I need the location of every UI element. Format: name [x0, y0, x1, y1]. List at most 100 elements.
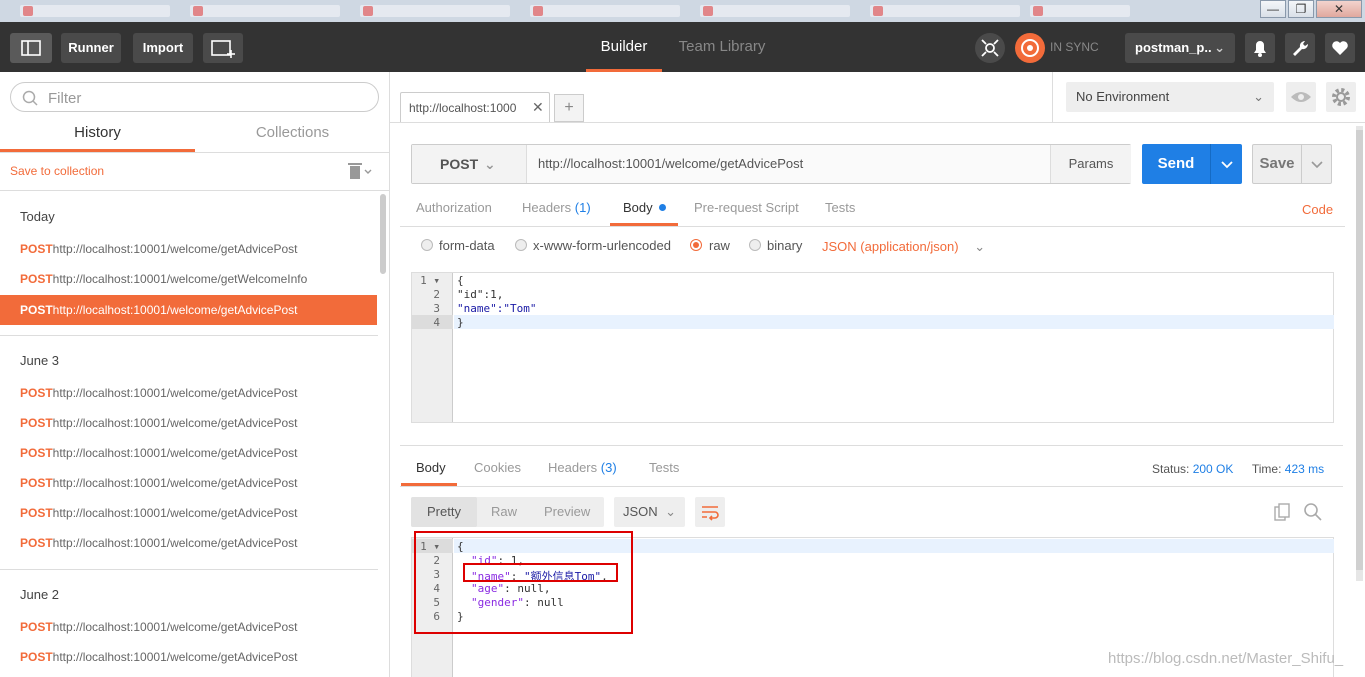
favorites-button[interactable]	[1325, 33, 1355, 63]
method-badge: POST	[20, 620, 53, 634]
save-to-collection-link[interactable]: Save to collection	[10, 164, 104, 178]
manage-environments-button[interactable]	[1326, 82, 1356, 112]
history-item[interactable]: POSThttp://localhost:10001/welcome/getAd…	[0, 408, 377, 438]
import-button[interactable]: Import	[133, 33, 193, 63]
save-dropdown[interactable]	[1301, 145, 1332, 183]
status-label: Status:	[1152, 462, 1190, 476]
sidebar-toggle-button[interactable]	[10, 33, 52, 63]
send-button[interactable]: Send	[1142, 144, 1242, 184]
radio-binary[interactable]	[749, 239, 761, 251]
window-close-button[interactable]: ✕	[1316, 0, 1362, 18]
response-status: Status: 200 OK Time: 423 ms	[1152, 462, 1324, 476]
wrap-lines-button[interactable]	[695, 497, 725, 527]
tab-headers[interactable]: Headers (1)	[522, 194, 591, 226]
chevron-down-icon: ⌄	[484, 156, 496, 172]
new-tab-button[interactable]: +	[554, 94, 584, 122]
tab-history[interactable]: History	[0, 114, 195, 152]
satellite-icon	[981, 39, 999, 57]
main-scrollbar-thumb[interactable]	[1356, 130, 1363, 570]
radio-label: x-www-form-urlencoded	[533, 238, 671, 253]
method-badge: POST	[20, 650, 53, 664]
environment-quick-look-button[interactable]	[1286, 82, 1316, 112]
user-account-dropdown[interactable]: postman_p.. ⌄	[1125, 33, 1235, 63]
clear-history-button[interactable]	[348, 162, 372, 180]
history-item[interactable]: POSThttp://localhost:10001/welcome/getAd…	[0, 498, 377, 528]
divider	[0, 335, 378, 336]
url-input[interactable]: http://localhost:10001/welcome/getAdvice…	[538, 145, 803, 183]
wrench-icon	[1293, 40, 1309, 56]
copy-button[interactable]	[1273, 502, 1293, 525]
history-item[interactable]: POSThttp://localhost:10001/welcome/getAd…	[0, 468, 377, 498]
radio-x-www-form-urlencoded[interactable]	[515, 239, 527, 251]
active-line-highlight	[454, 315, 1334, 329]
history-item[interactable]: POSThttp://localhost:10001/welcome/getAd…	[0, 528, 377, 558]
code-line: "name":"Tom"	[457, 302, 537, 315]
tab-team-library[interactable]: Team Library	[672, 22, 772, 72]
request-body-editor[interactable]: 1 ▾ 2 3 4 { "id":1, "name":"Tom" }	[411, 272, 1334, 423]
history-group-label: June 3	[20, 353, 60, 368]
history-item[interactable]: POSThttp://localhost:10001/welcome/getWe…	[0, 264, 377, 294]
runner-button[interactable]: Runner	[61, 33, 121, 63]
format-preview[interactable]: Preview	[544, 497, 590, 527]
search-response-button[interactable]	[1303, 502, 1323, 525]
content-type-select[interactable]: JSON (application/json) ⌄	[822, 239, 985, 255]
tab-collections[interactable]: Collections	[195, 114, 390, 152]
search-icon	[1304, 503, 1322, 521]
history-url: http://localhost:10001/welcome/getWelcom…	[52, 272, 308, 286]
sidebar: Filter History Collections Save to colle…	[0, 72, 390, 677]
tab-body[interactable]: Body	[610, 194, 678, 226]
divider	[1052, 72, 1053, 122]
request-tab-title: http://localhost:1000	[409, 101, 517, 115]
history-item[interactable]: POSThttp://localhost:10001/welcome/getAd…	[0, 378, 377, 408]
history-url: http://localhost:10001/welcome/getAdvice…	[52, 650, 298, 664]
method-badge: POST	[20, 386, 53, 400]
tab-pre-request-script[interactable]: Pre-request Script	[694, 194, 799, 226]
history-item[interactable]: POSThttp://localhost:10001/welcome/getAd…	[0, 234, 377, 264]
save-button[interactable]: Save	[1252, 144, 1332, 184]
history-item[interactable]: POSThttp://localhost:10001/welcome/getAd…	[0, 612, 377, 642]
history-item[interactable]: POSThttp://localhost:10001/welcome/getAd…	[0, 642, 377, 672]
notifications-button[interactable]	[1245, 33, 1275, 63]
filter-input[interactable]: Filter	[10, 82, 379, 112]
tab-builder[interactable]: Builder	[586, 22, 662, 72]
format-raw[interactable]: Raw	[491, 497, 517, 527]
interceptor-button[interactable]	[975, 33, 1005, 63]
sidebar-scrollbar[interactable]	[380, 194, 386, 274]
request-tab[interactable]: http://localhost:1000 ✕	[400, 92, 550, 123]
format-pretty[interactable]: Pretty	[427, 497, 461, 527]
radio-label: binary	[767, 238, 803, 253]
close-icon[interactable]: ✕	[532, 99, 544, 116]
status-value: 200 OK	[1192, 462, 1234, 476]
history-url: http://localhost:10001/welcome/getAdvice…	[52, 476, 298, 490]
response-tab-headers[interactable]: Headers (3)	[548, 452, 617, 486]
tab-tests[interactable]: Tests	[825, 194, 855, 226]
new-window-button[interactable]	[203, 33, 243, 63]
history-item[interactable]: POSThttp://localhost:10001/welcome/getAd…	[0, 438, 377, 468]
history-url: http://localhost:10001/welcome/getAdvice…	[52, 416, 298, 430]
chevron-down-icon	[1311, 161, 1323, 169]
window-restore-button[interactable]: ❐	[1288, 0, 1314, 18]
params-button[interactable]: Params	[1050, 145, 1131, 183]
code-line: {	[457, 274, 464, 287]
response-headers-label: Headers	[548, 460, 598, 475]
response-tab-tests[interactable]: Tests	[649, 452, 679, 486]
window-minimize-button[interactable]: —	[1260, 0, 1286, 18]
response-tab-body[interactable]: Body	[401, 452, 457, 486]
response-tab-cookies[interactable]: Cookies	[474, 452, 521, 486]
generate-code-link[interactable]: Code	[1302, 202, 1333, 217]
radio-raw[interactable]	[690, 239, 702, 251]
divider	[0, 152, 390, 153]
tab-authorization[interactable]: Authorization	[416, 194, 492, 226]
settings-button[interactable]	[1285, 33, 1315, 63]
sync-status-button[interactable]	[1015, 33, 1045, 63]
history-item-selected[interactable]: POSThttp://localhost:10001/welcome/getAd…	[0, 295, 377, 325]
chevron-down-icon: ⌄	[665, 504, 676, 519]
history-group-label: Today	[20, 209, 55, 224]
send-dropdown[interactable]	[1210, 144, 1242, 184]
history-url: http://localhost:10001/welcome/getAdvice…	[52, 620, 298, 634]
language-select[interactable]: JSON ⌄	[614, 497, 685, 527]
divider	[400, 445, 1343, 446]
method-select[interactable]: POST ⌄	[412, 145, 527, 183]
environment-select[interactable]: No Environment ⌄	[1066, 82, 1274, 112]
radio-form-data[interactable]	[421, 239, 433, 251]
